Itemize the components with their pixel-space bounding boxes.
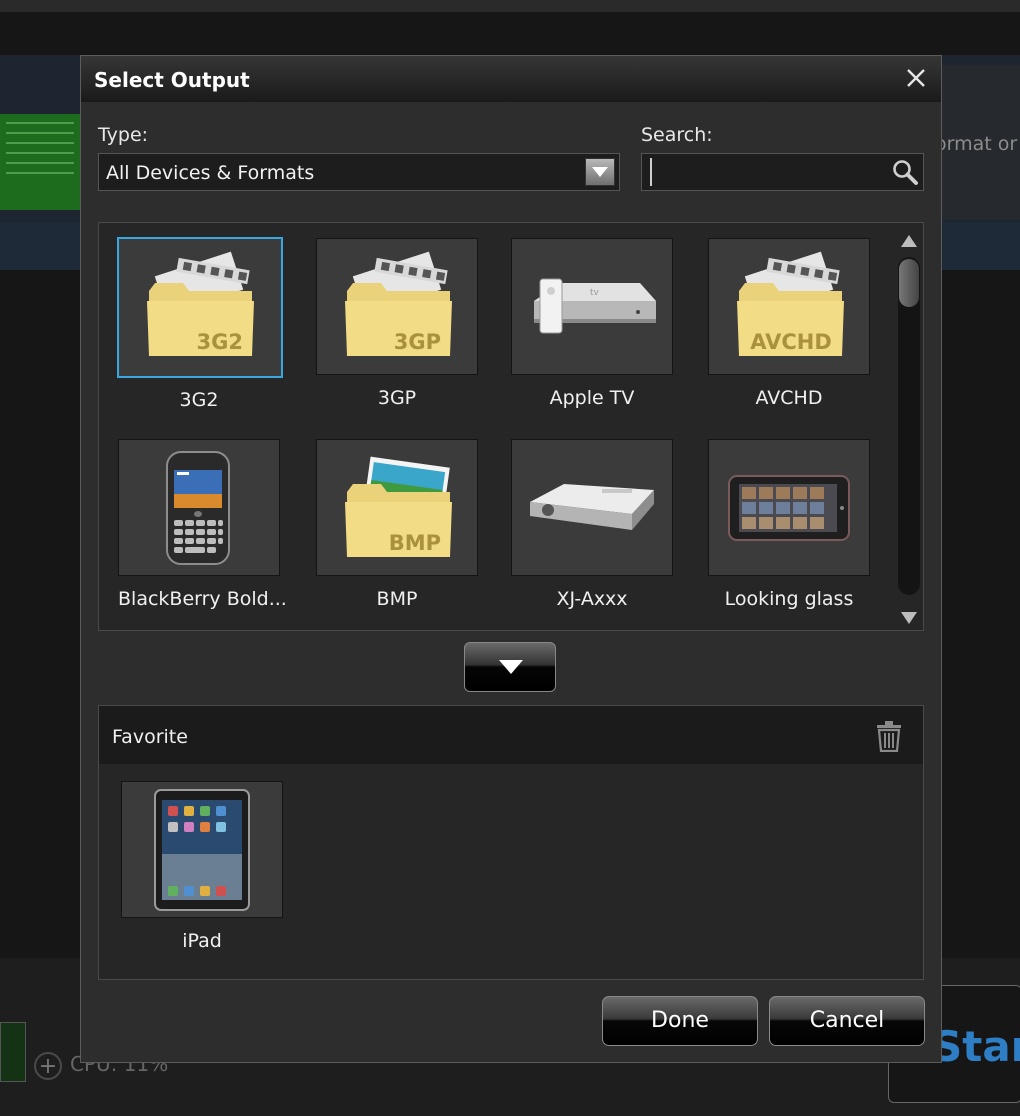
type-dropdown-value: All Devices & Formats <box>106 162 315 184</box>
output-tile-blackberry[interactable]: BlackBerry Bold... <box>118 439 287 610</box>
favorite-panel: Favorite iPad <box>98 705 924 980</box>
folder-3g2-icon: 3G2 <box>147 251 254 356</box>
app-video-thumbnail <box>0 114 80 210</box>
output-tile-label: 3GP <box>377 387 417 409</box>
output-tile-frame[interactable] <box>118 439 280 576</box>
output-tile-label: AVCHD <box>755 387 823 409</box>
cancel-button[interactable]: Cancel <box>769 996 925 1046</box>
scrollbar-track[interactable] <box>898 257 920 595</box>
output-tile-frame[interactable]: tv <box>511 238 673 375</box>
output-tile-label: BlackBerry Bold... <box>118 588 287 610</box>
output-tile-label: BMP <box>376 588 418 610</box>
output-grid: 3G2 3G2 3GP 3GP tv Apple TV AVCHD AVCHD … <box>98 222 924 631</box>
scroll-down-icon[interactable] <box>900 610 918 624</box>
type-label: Type: <box>98 124 149 146</box>
output-tile-xj-axxx[interactable]: XJ-Axxx <box>511 439 675 610</box>
output-tile-bmp[interactable]: BMP BMP <box>316 439 480 610</box>
app-start-label: Start <box>932 1022 1020 1071</box>
output-tile-frame[interactable] <box>511 439 673 576</box>
output-tile-looking-glass[interactable]: Looking glass <box>708 439 872 610</box>
dialog-title: Select Output <box>94 68 250 92</box>
favorite-header: Favorite <box>99 706 923 764</box>
output-tile-frame[interactable]: 3GP <box>316 238 478 375</box>
output-tile-3gp[interactable]: 3GP 3GP <box>316 238 480 409</box>
output-tile-apple-tv[interactable]: tv Apple TV <box>511 238 675 409</box>
chevron-down-icon[interactable] <box>585 158 615 186</box>
scroll-up-icon[interactable] <box>900 233 918 247</box>
type-dropdown[interactable]: All Devices & Formats <box>98 153 620 191</box>
expand-grid-button[interactable] <box>464 642 556 692</box>
svg-text:3G2: 3G2 <box>197 330 243 354</box>
app-top-bar <box>0 0 1020 12</box>
favorite-title: Favorite <box>112 726 188 748</box>
ipad-icon <box>154 789 250 911</box>
apple-tv-icon: tv <box>534 278 656 334</box>
svg-text:tv: tv <box>590 288 600 298</box>
output-tile-label: XJ-Axxx <box>556 588 628 610</box>
blackberry-phone-icon <box>166 451 230 565</box>
tablet-device-icon <box>728 475 850 541</box>
favorite-tile-ipad[interactable]: iPad <box>121 781 285 952</box>
output-tile-frame[interactable]: AVCHD <box>708 238 870 375</box>
output-tile-3g2[interactable]: 3G2 3G2 <box>117 237 283 411</box>
output-tile-frame[interactable] <box>708 439 870 576</box>
app-format-text: ormat or <box>935 133 1018 155</box>
folder-bmp-icon: BMP <box>345 456 452 557</box>
scrollbar-thumb[interactable] <box>899 259 919 307</box>
output-tile-label: iPad <box>182 930 222 952</box>
output-tile-avchd[interactable]: AVCHD AVCHD <box>708 238 872 409</box>
svg-text:BMP: BMP <box>389 531 441 555</box>
select-output-dialog: Select Output Type: All Devices & Format… <box>80 55 942 1063</box>
search-box[interactable] <box>641 153 924 191</box>
folder-avchd-icon: AVCHD <box>737 251 844 356</box>
svg-text:AVCHD: AVCHD <box>750 330 832 354</box>
output-tile-frame[interactable] <box>121 781 283 918</box>
chevron-down-icon <box>499 660 523 674</box>
app-add-icon[interactable]: + <box>34 1052 62 1080</box>
trash-icon[interactable] <box>875 720 903 756</box>
search-label: Search: <box>641 124 713 146</box>
output-grid-scrollbar[interactable] <box>898 229 920 624</box>
close-icon[interactable] <box>903 65 929 91</box>
output-tile-label: Looking glass <box>724 588 854 610</box>
output-tile-frame[interactable]: 3G2 <box>117 237 283 378</box>
projector-icon <box>530 484 654 530</box>
folder-3gp-icon: 3GP <box>345 251 452 356</box>
app-level-meter <box>0 1022 26 1082</box>
output-tile-frame[interactable]: BMP <box>316 439 478 576</box>
done-button[interactable]: Done <box>602 996 758 1046</box>
search-input[interactable] <box>650 158 886 186</box>
svg-text:3GP: 3GP <box>394 330 441 354</box>
output-tile-label: Apple TV <box>549 387 635 409</box>
output-tile-label: 3G2 <box>179 389 219 411</box>
search-icon[interactable] <box>891 158 919 190</box>
dialog-titlebar: Select Output <box>81 56 941 102</box>
